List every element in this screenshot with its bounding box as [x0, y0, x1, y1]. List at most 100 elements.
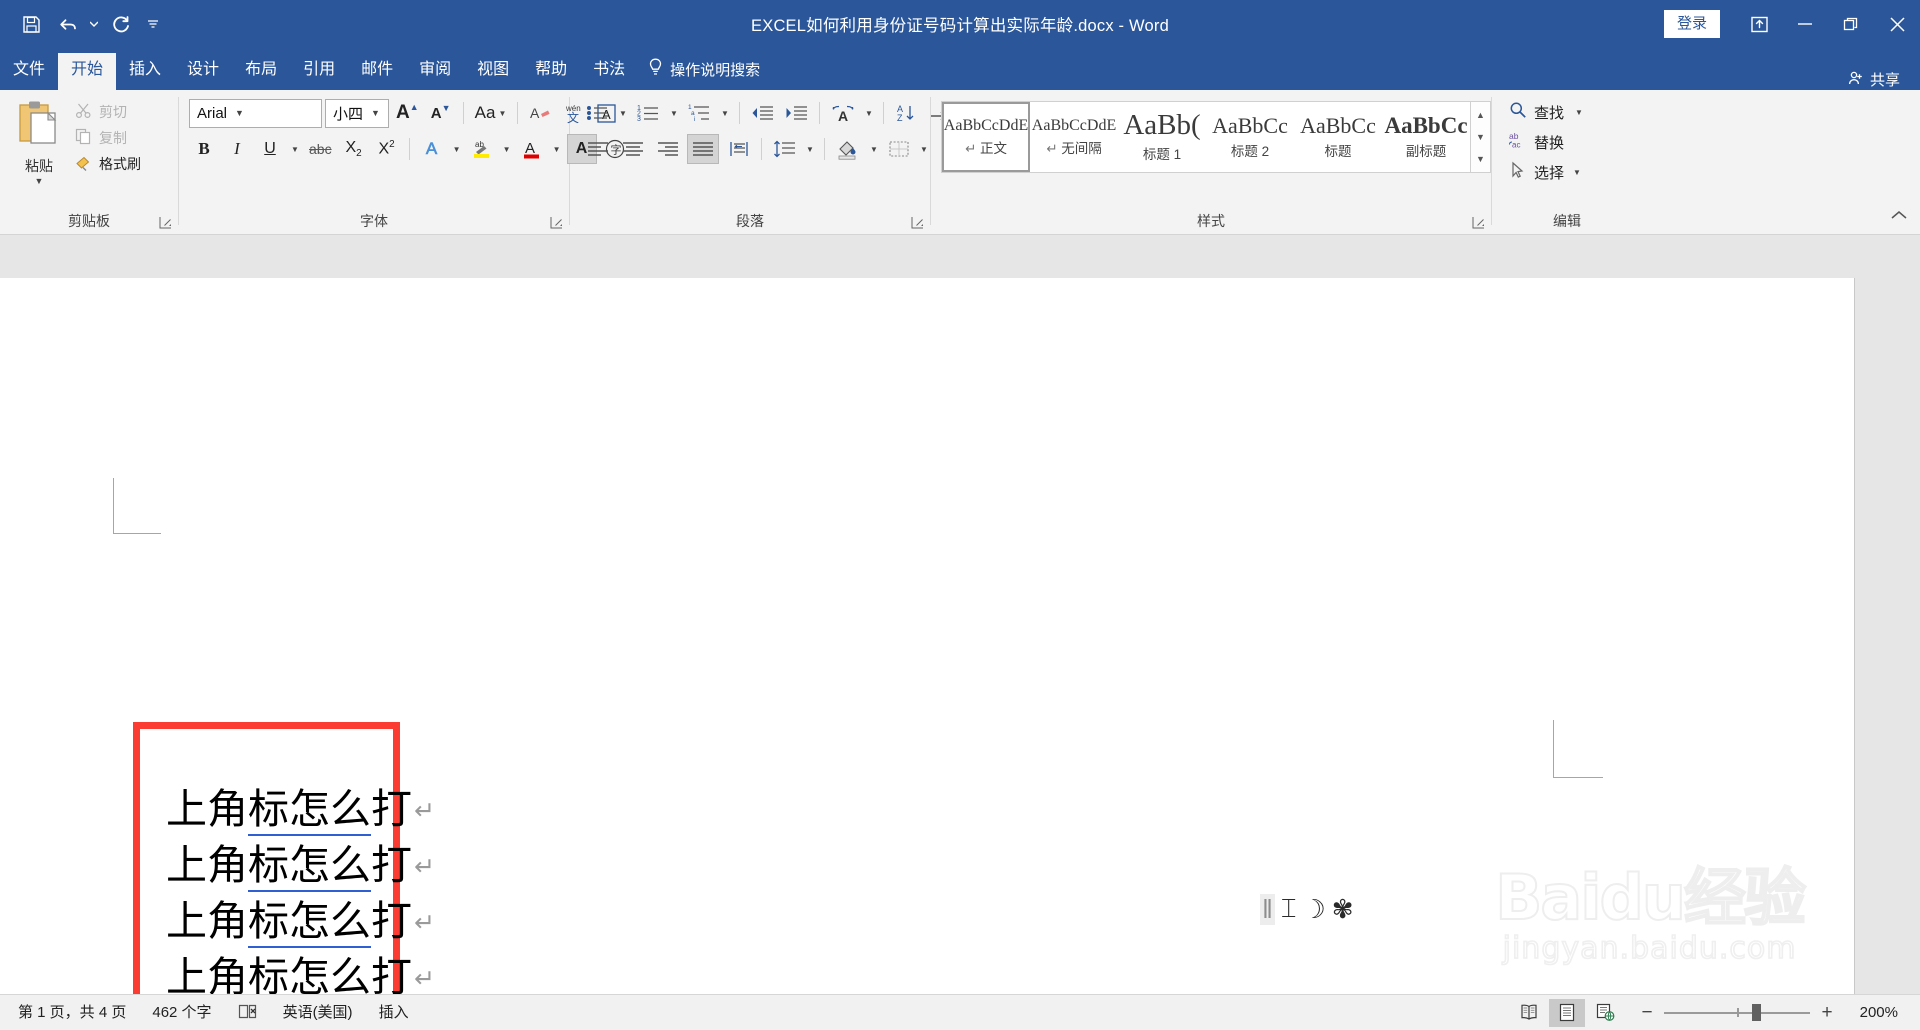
find-dropdown-icon[interactable]: ▼: [1575, 108, 1583, 117]
line-spacing-button[interactable]: [769, 134, 800, 164]
document-text-block[interactable]: 上角标怎么打 ↵ 上角标怎么打 ↵ 上角标怎么打 ↵ 上角标怎么打 ↵: [166, 785, 435, 994]
font-color-dropdown-icon[interactable]: ▼: [550, 134, 564, 164]
font-dialog-launcher[interactable]: [550, 216, 563, 229]
format-painter-button[interactable]: 格式刷: [72, 152, 147, 176]
paste-dropdown-icon[interactable]: ▼: [35, 177, 44, 186]
font-color-button[interactable]: A: [517, 134, 547, 164]
clear-formatting-button[interactable]: A: [525, 98, 555, 128]
customize-qat-icon[interactable]: [140, 7, 166, 41]
proofing-status[interactable]: [225, 1003, 270, 1023]
redo-icon[interactable]: [104, 7, 138, 41]
zoom-slider-thumb[interactable]: [1751, 1004, 1761, 1021]
numbering-button[interactable]: 123: [633, 98, 664, 128]
font-size-combo[interactable]: 小四 ▼: [325, 98, 389, 128]
asian-layout-button[interactable]: A: [827, 98, 859, 128]
zoom-in-button[interactable]: +: [1819, 1002, 1835, 1024]
paste-button[interactable]: 粘贴 ▼: [6, 95, 72, 186]
shading-button[interactable]: [832, 134, 864, 164]
subscript-button[interactable]: X2: [339, 134, 369, 164]
style-item-subtitle[interactable]: AaBbCc 副标题: [1382, 102, 1470, 172]
undo-icon[interactable]: [50, 7, 84, 41]
tab-design[interactable]: 设计: [174, 53, 232, 90]
sort-button[interactable]: AZ: [891, 98, 921, 128]
text-highlight-color-button[interactable]: ab: [467, 134, 497, 164]
gallery-scroll-down-icon[interactable]: ▼: [1472, 127, 1490, 147]
superscript-button[interactable]: X2: [372, 134, 402, 164]
tab-insert[interactable]: 插入: [116, 53, 174, 90]
tab-calligraphy[interactable]: 书法: [580, 53, 638, 90]
tab-references[interactable]: 引用: [290, 53, 348, 90]
undo-dropdown-icon[interactable]: [86, 7, 102, 41]
style-item-normal[interactable]: AaBbCcDdE ↵ 正文: [942, 102, 1030, 172]
select-dropdown-icon[interactable]: ▼: [1573, 168, 1581, 177]
increase-indent-button[interactable]: [781, 98, 812, 128]
document-page[interactable]: 上角标怎么打 ↵ 上角标怎么打 ↵ 上角标怎么打 ↵ 上角标怎么打 ↵ ↓: [0, 278, 1855, 994]
text-effects-dropdown-icon[interactable]: ▼: [450, 134, 464, 164]
language-indicator[interactable]: 英语(美国): [270, 1005, 366, 1020]
collapse-ribbon-button[interactable]: [1888, 204, 1910, 226]
restore-icon[interactable]: [1828, 0, 1874, 48]
gallery-more-icon[interactable]: ▼: [1472, 149, 1490, 169]
tab-home[interactable]: 开始: [58, 53, 117, 90]
tab-file[interactable]: 文件: [0, 53, 58, 90]
asian-layout-dropdown-icon[interactable]: ▼: [862, 98, 876, 128]
decrease-indent-button[interactable]: [747, 98, 778, 128]
share-button[interactable]: 共享: [1848, 69, 1904, 90]
underline-dropdown-icon[interactable]: ▼: [288, 134, 302, 164]
tab-review[interactable]: 审阅: [406, 53, 464, 90]
text-effects-button[interactable]: A: [417, 134, 447, 164]
styles-dialog-launcher[interactable]: [1472, 216, 1485, 229]
paragraph-dialog-launcher[interactable]: [911, 216, 924, 229]
gallery-scroll-up-icon[interactable]: ▲: [1472, 105, 1490, 125]
save-icon[interactable]: [14, 7, 48, 41]
document-line[interactable]: 上角标怎么打 ↵: [166, 785, 435, 842]
tell-me-search[interactable]: 操作说明搜索: [638, 51, 770, 90]
style-item-no-spacing[interactable]: AaBbCcDdE ↵ 无间隔: [1030, 102, 1118, 172]
style-item-title[interactable]: AaBbCc 标题: [1294, 102, 1382, 172]
strikethrough-button[interactable]: abc: [305, 134, 336, 164]
style-item-heading-2[interactable]: AaBbCc 标题 2: [1206, 102, 1294, 172]
document-line[interactable]: 上角标怎么打 ↵: [166, 953, 435, 994]
justify-button[interactable]: [687, 134, 719, 164]
tab-mailings[interactable]: 邮件: [348, 53, 406, 90]
grow-font-button[interactable]: A ▲: [392, 98, 423, 128]
view-web-layout-button[interactable]: [1587, 999, 1623, 1027]
ribbon-display-options-icon[interactable]: [1736, 0, 1782, 48]
document-line[interactable]: 上角标怎么打 ↵: [166, 841, 435, 898]
shading-dropdown-icon[interactable]: ▼: [867, 134, 881, 164]
highlight-dropdown-icon[interactable]: ▼: [500, 134, 514, 164]
styles-gallery-scrollbar[interactable]: ▲ ▼ ▼: [1470, 102, 1490, 172]
change-case-button[interactable]: Aa ▼: [471, 98, 511, 128]
font-family-combo[interactable]: Arial ▼: [189, 98, 322, 128]
align-right-button[interactable]: [652, 134, 684, 164]
select-button[interactable]: 选择 ▼: [1504, 158, 1586, 186]
bold-button[interactable]: B: [189, 134, 219, 164]
style-item-heading-1[interactable]: AaBb( 标题 1: [1118, 102, 1206, 172]
tab-view[interactable]: 视图: [464, 53, 522, 90]
bullets-button[interactable]: [582, 98, 613, 128]
numbering-dropdown-icon[interactable]: ▼: [667, 98, 681, 128]
document-workarea[interactable]: 上角标怎么打 ↵ 上角标怎么打 ↵ 上角标怎么打 ↵ 上角标怎么打 ↵ ↓: [0, 236, 1920, 994]
zoom-out-button[interactable]: −: [1639, 1002, 1655, 1024]
tab-layout[interactable]: 布局: [232, 53, 290, 90]
find-button[interactable]: 查找 ▼: [1504, 98, 1588, 126]
distribute-button[interactable]: [722, 134, 754, 164]
view-read-mode-button[interactable]: [1511, 999, 1547, 1027]
bullets-dropdown-icon[interactable]: ▼: [616, 98, 630, 128]
page-indicator[interactable]: 第 1 页，共 4 页: [5, 1005, 139, 1020]
tab-help[interactable]: 帮助: [522, 53, 580, 90]
italic-button[interactable]: I: [222, 134, 252, 164]
word-count[interactable]: 462 个字: [139, 1005, 224, 1020]
zoom-level[interactable]: 200%: [1844, 1004, 1898, 1021]
align-center-button[interactable]: [617, 134, 649, 164]
clipboard-dialog-launcher[interactable]: [159, 216, 172, 229]
align-left-button[interactable]: [582, 134, 614, 164]
underline-button[interactable]: U: [255, 134, 285, 164]
borders-dropdown-icon[interactable]: ▼: [917, 134, 931, 164]
borders-button[interactable]: [884, 134, 914, 164]
minimize-icon[interactable]: [1782, 0, 1828, 48]
view-print-layout-button[interactable]: [1549, 998, 1585, 1027]
zoom-slider[interactable]: [1664, 1004, 1810, 1021]
line-spacing-dropdown-icon[interactable]: ▼: [803, 134, 817, 164]
multilevel-list-button[interactable]: 1ai: [684, 98, 715, 128]
